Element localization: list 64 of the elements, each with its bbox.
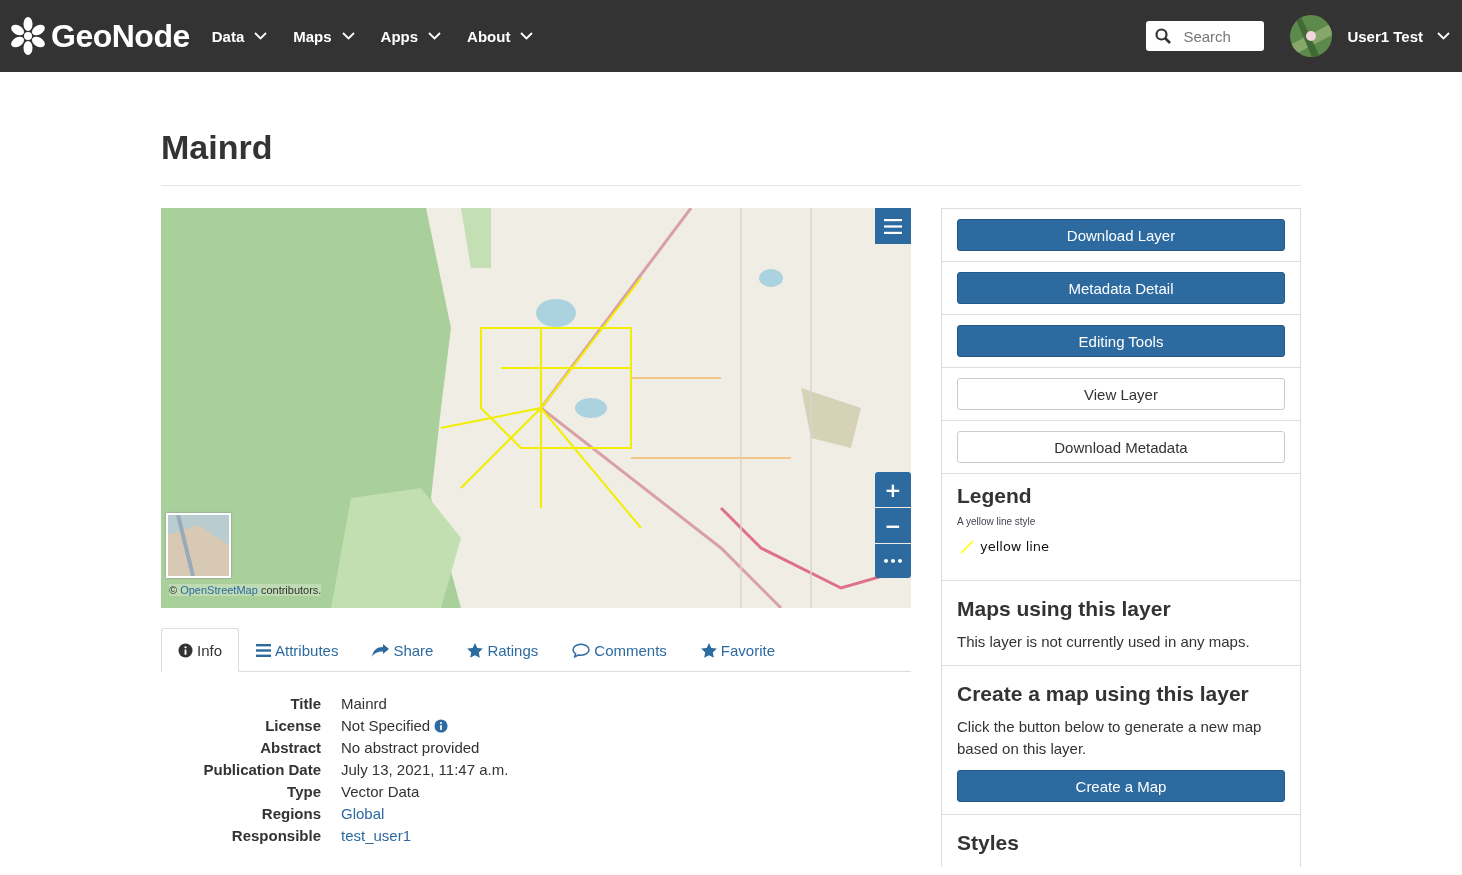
tab[interactable]: Share [355, 628, 451, 672]
create-map-button[interactable]: Create a Map [957, 770, 1285, 802]
tab[interactable]: Attributes [239, 628, 356, 672]
nav-menu[interactable]: Maps [291, 23, 357, 49]
field-value: Vector Data [341, 782, 420, 802]
info-icon[interactable] [434, 719, 449, 733]
field-value: Not Specified [341, 716, 431, 736]
nav-menu[interactable]: Data [209, 23, 270, 49]
caret-icon [341, 32, 355, 40]
user-menu[interactable]: User1 Test [1345, 23, 1452, 49]
avatar[interactable] [1290, 15, 1333, 57]
field-label: Abstract [259, 738, 321, 758]
field-value: No abstract provided [341, 738, 480, 758]
zoom-in-button[interactable]: + [875, 472, 911, 507]
menu-button[interactable] [875, 208, 911, 244]
nav-menu[interactable]: About [465, 23, 536, 49]
attribution-link[interactable]: OpenStreetMap [180, 584, 258, 596]
brand-logo[interactable]: GeoNode [8, 16, 190, 56]
section-title: Maps using this layer [957, 597, 1172, 621]
caret-icon [520, 32, 534, 40]
star-icon [467, 643, 484, 658]
star-icon [700, 643, 717, 658]
action-button[interactable]: Editing Tools [957, 325, 1285, 357]
share-icon [372, 643, 390, 658]
tab[interactable]: Favorite [683, 628, 792, 672]
caret-icon [1437, 32, 1450, 40]
legend-label: yellow line [980, 539, 1050, 554]
zoom-out-button[interactable]: − [875, 508, 911, 543]
legend-subtitle: A yellow line style [957, 516, 1037, 527]
field-link[interactable]: Global [341, 804, 385, 824]
field-label: Responsible [230, 826, 321, 846]
tab[interactable]: Ratings [450, 628, 556, 672]
section-text: This layer is not currently used in any maps. [957, 632, 1251, 652]
search-field[interactable]: Search [1146, 21, 1265, 51]
section-title: Styles [957, 831, 1020, 855]
caret-icon [428, 32, 442, 40]
action-button[interactable]: View Layer [957, 378, 1285, 410]
action-button[interactable]: Metadata Detail [957, 272, 1285, 304]
menu-icon [884, 218, 902, 234]
tab[interactable]: Info [161, 628, 240, 672]
section-title: Legend [957, 484, 1033, 508]
flower-icon [8, 16, 48, 56]
tab[interactable]: Comments [555, 628, 684, 672]
action-button[interactable]: Download Layer [957, 219, 1285, 251]
caret-icon [254, 32, 268, 40]
field-label: License [264, 716, 321, 736]
field-label: Publication Date [202, 760, 321, 780]
page-title: Mainrd [161, 128, 1301, 186]
field-value: July 13, 2021, 11:47 a.m. [341, 760, 509, 780]
nav-menu[interactable]: Apps [378, 23, 444, 49]
list-icon [256, 644, 272, 657]
field-label: Regions [260, 804, 321, 824]
comment-icon [572, 643, 591, 658]
section-title: Create a map using this layer [957, 682, 1250, 706]
section-text: Click the button below to generate a new map based on this layer. [957, 717, 1263, 759]
field-link[interactable]: test_user1 [341, 826, 412, 846]
more-button[interactable]: ••• [875, 544, 911, 578]
map-attribution: © OpenStreetMap contributors. [169, 584, 322, 596]
field-label: Type [286, 782, 321, 802]
field-label: Title [289, 694, 321, 714]
info-icon [178, 642, 193, 658]
action-button[interactable]: Download Metadata [957, 431, 1285, 463]
field-value: Mainrd [341, 694, 387, 714]
brand-name: GeoNode [51, 17, 190, 55]
